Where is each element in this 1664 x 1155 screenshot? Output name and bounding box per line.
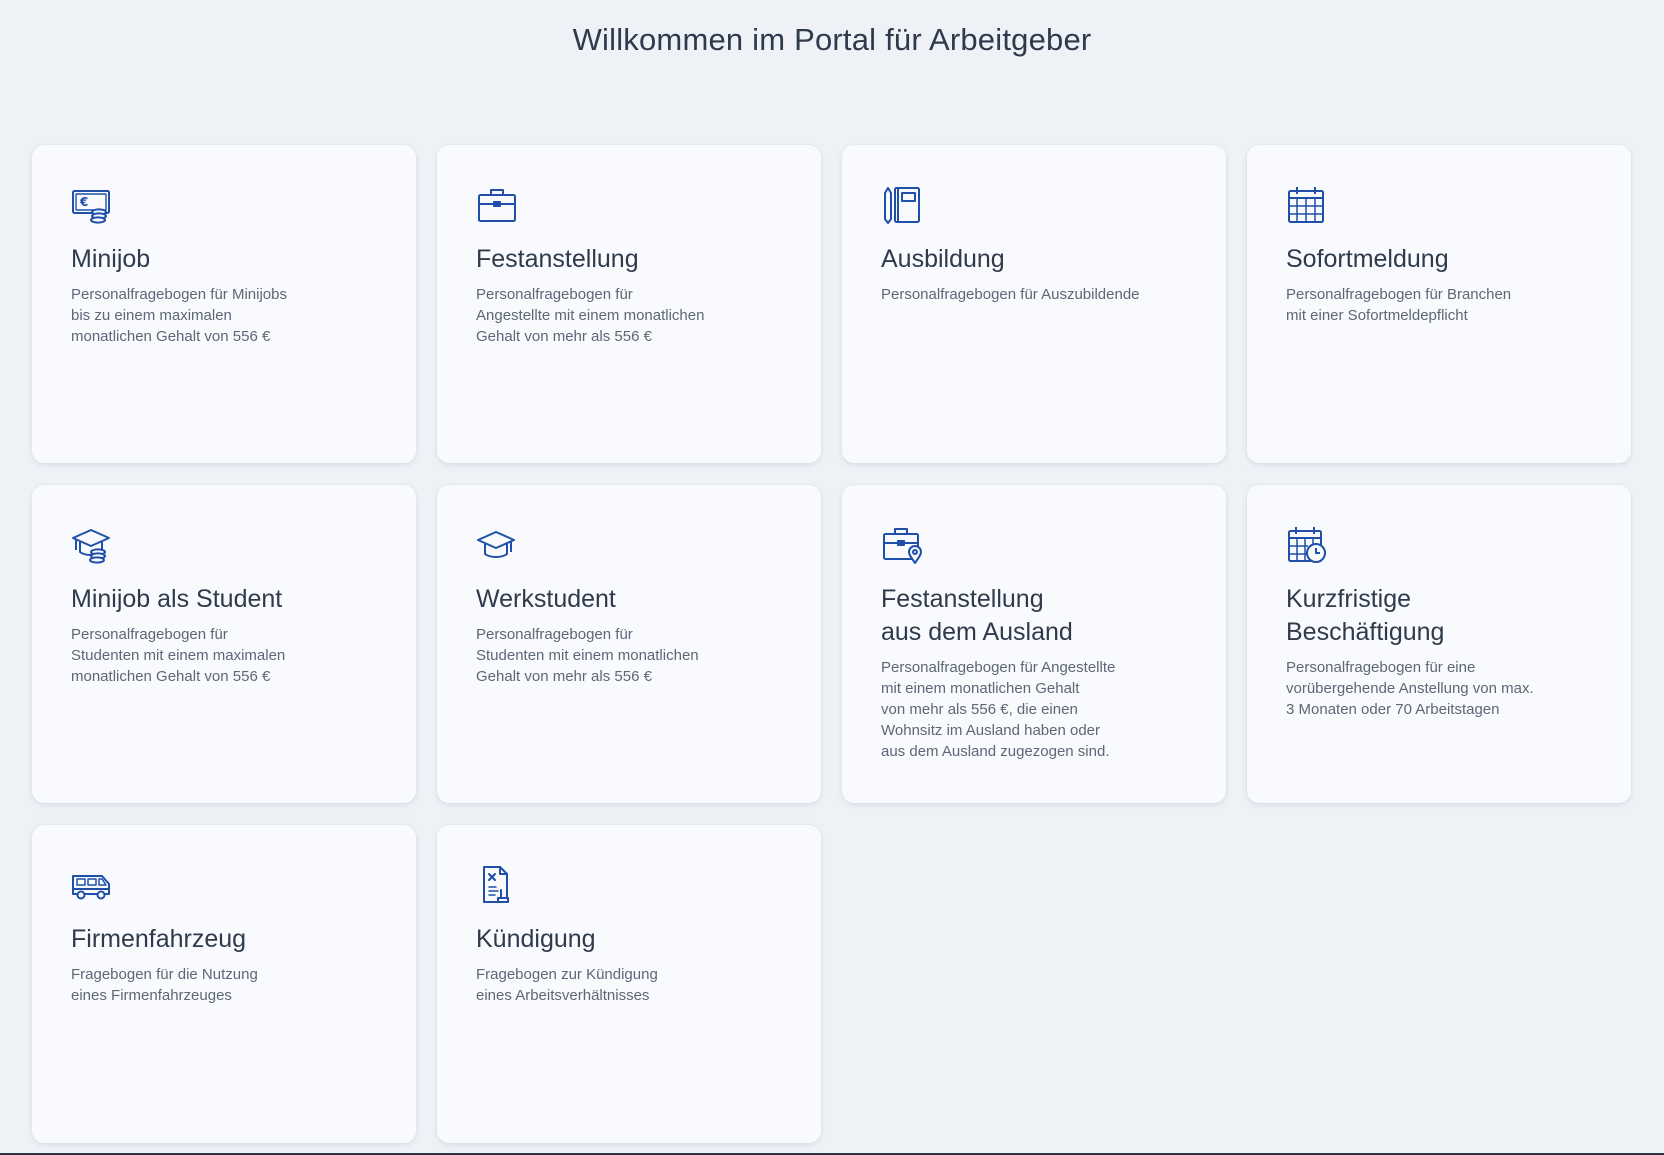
card-title: Minijob — [71, 245, 151, 273]
card-title: Firmenfahrzeug — [71, 925, 247, 953]
card-description: Personalfragebogen für Auszubildende — [881, 286, 1140, 303]
graduation-cap-coins-icon — [71, 525, 113, 565]
briefcase-icon — [476, 185, 518, 225]
card-minijob[interactable]: € Minijob Personalfragebogen für Minijob… — [32, 145, 416, 463]
card-title: Sofortmeldung — [1286, 245, 1449, 273]
card-title: Festanstellung aus dem Ausland — [881, 585, 1073, 646]
calendar-icon — [1286, 185, 1328, 225]
card-grid: € Minijob Personalfragebogen für Minijob… — [32, 145, 1632, 1143]
card-description: Fragebogen zur Kündigung eines Arbeitsve… — [476, 966, 658, 1004]
card-title: Minijob als Student — [71, 585, 283, 613]
page-title: Willkommen im Portal für Arbeitgeber — [572, 22, 1092, 57]
card-description: Personalfragebogen für Studenten mit ein… — [476, 626, 699, 685]
card-sofortmeldung[interactable]: Sofortmeldung Personalfragebogen für Bra… — [1247, 145, 1631, 463]
card-minijob-student[interactable]: Minijob als Student Personalfragebogen f… — [32, 485, 416, 803]
card-title: Kurzfristige Beschäftigung — [1286, 585, 1445, 646]
card-description: Personalfragebogen für Branchen mit eine… — [1286, 286, 1512, 324]
calendar-clock-icon — [1286, 525, 1328, 565]
card-ausbildung[interactable]: Ausbildung Personalfragebogen für Auszub… — [842, 145, 1226, 463]
card-title: Kündigung — [476, 925, 596, 953]
svg-text:€: € — [79, 195, 88, 209]
card-kurzfristige-beschaeftigung[interactable]: Kurzfristige Beschäftigung Personalfrage… — [1247, 485, 1631, 803]
card-festanstellung[interactable]: Festanstellung Personalfragebogen für An… — [437, 145, 821, 463]
card-description: Personalfragebogen für Angestellte mit e… — [881, 659, 1116, 760]
card-description: Fragebogen für die Nutzung eines Firmenf… — [71, 966, 258, 1004]
notebook-pencil-icon — [881, 185, 923, 225]
card-description: Personalfragebogen für eine vorübergehen… — [1286, 659, 1534, 718]
euro-payment-icon: € — [71, 185, 113, 225]
card-firmenfahrzeug[interactable]: Firmenfahrzeug Fragebogen für die Nutzun… — [32, 825, 416, 1143]
card-title: Werkstudent — [476, 585, 616, 613]
card-description: Personalfragebogen für Angestellte mit e… — [476, 286, 705, 345]
van-icon — [71, 865, 113, 905]
card-description: Personalfragebogen für Minijobs bis zu e… — [71, 286, 287, 345]
graduation-cap-icon — [476, 525, 518, 565]
briefcase-location-icon — [881, 525, 923, 565]
card-description: Personalfragebogen für Studenten mit ein… — [71, 626, 286, 685]
document-termination-icon — [476, 865, 518, 905]
card-werkstudent[interactable]: Werkstudent Personalfragebogen für Stude… — [437, 485, 821, 803]
card-title: Ausbildung — [881, 245, 1005, 273]
card-kuendigung[interactable]: Kündigung Fragebogen zur Kündigung eines… — [437, 825, 821, 1143]
card-festanstellung-ausland[interactable]: Festanstellung aus dem Ausland Personalf… — [842, 485, 1226, 803]
portal-page: Willkommen im Portal für Arbeitgeber € M… — [0, 0, 1664, 1155]
card-title: Festanstellung — [476, 245, 639, 273]
